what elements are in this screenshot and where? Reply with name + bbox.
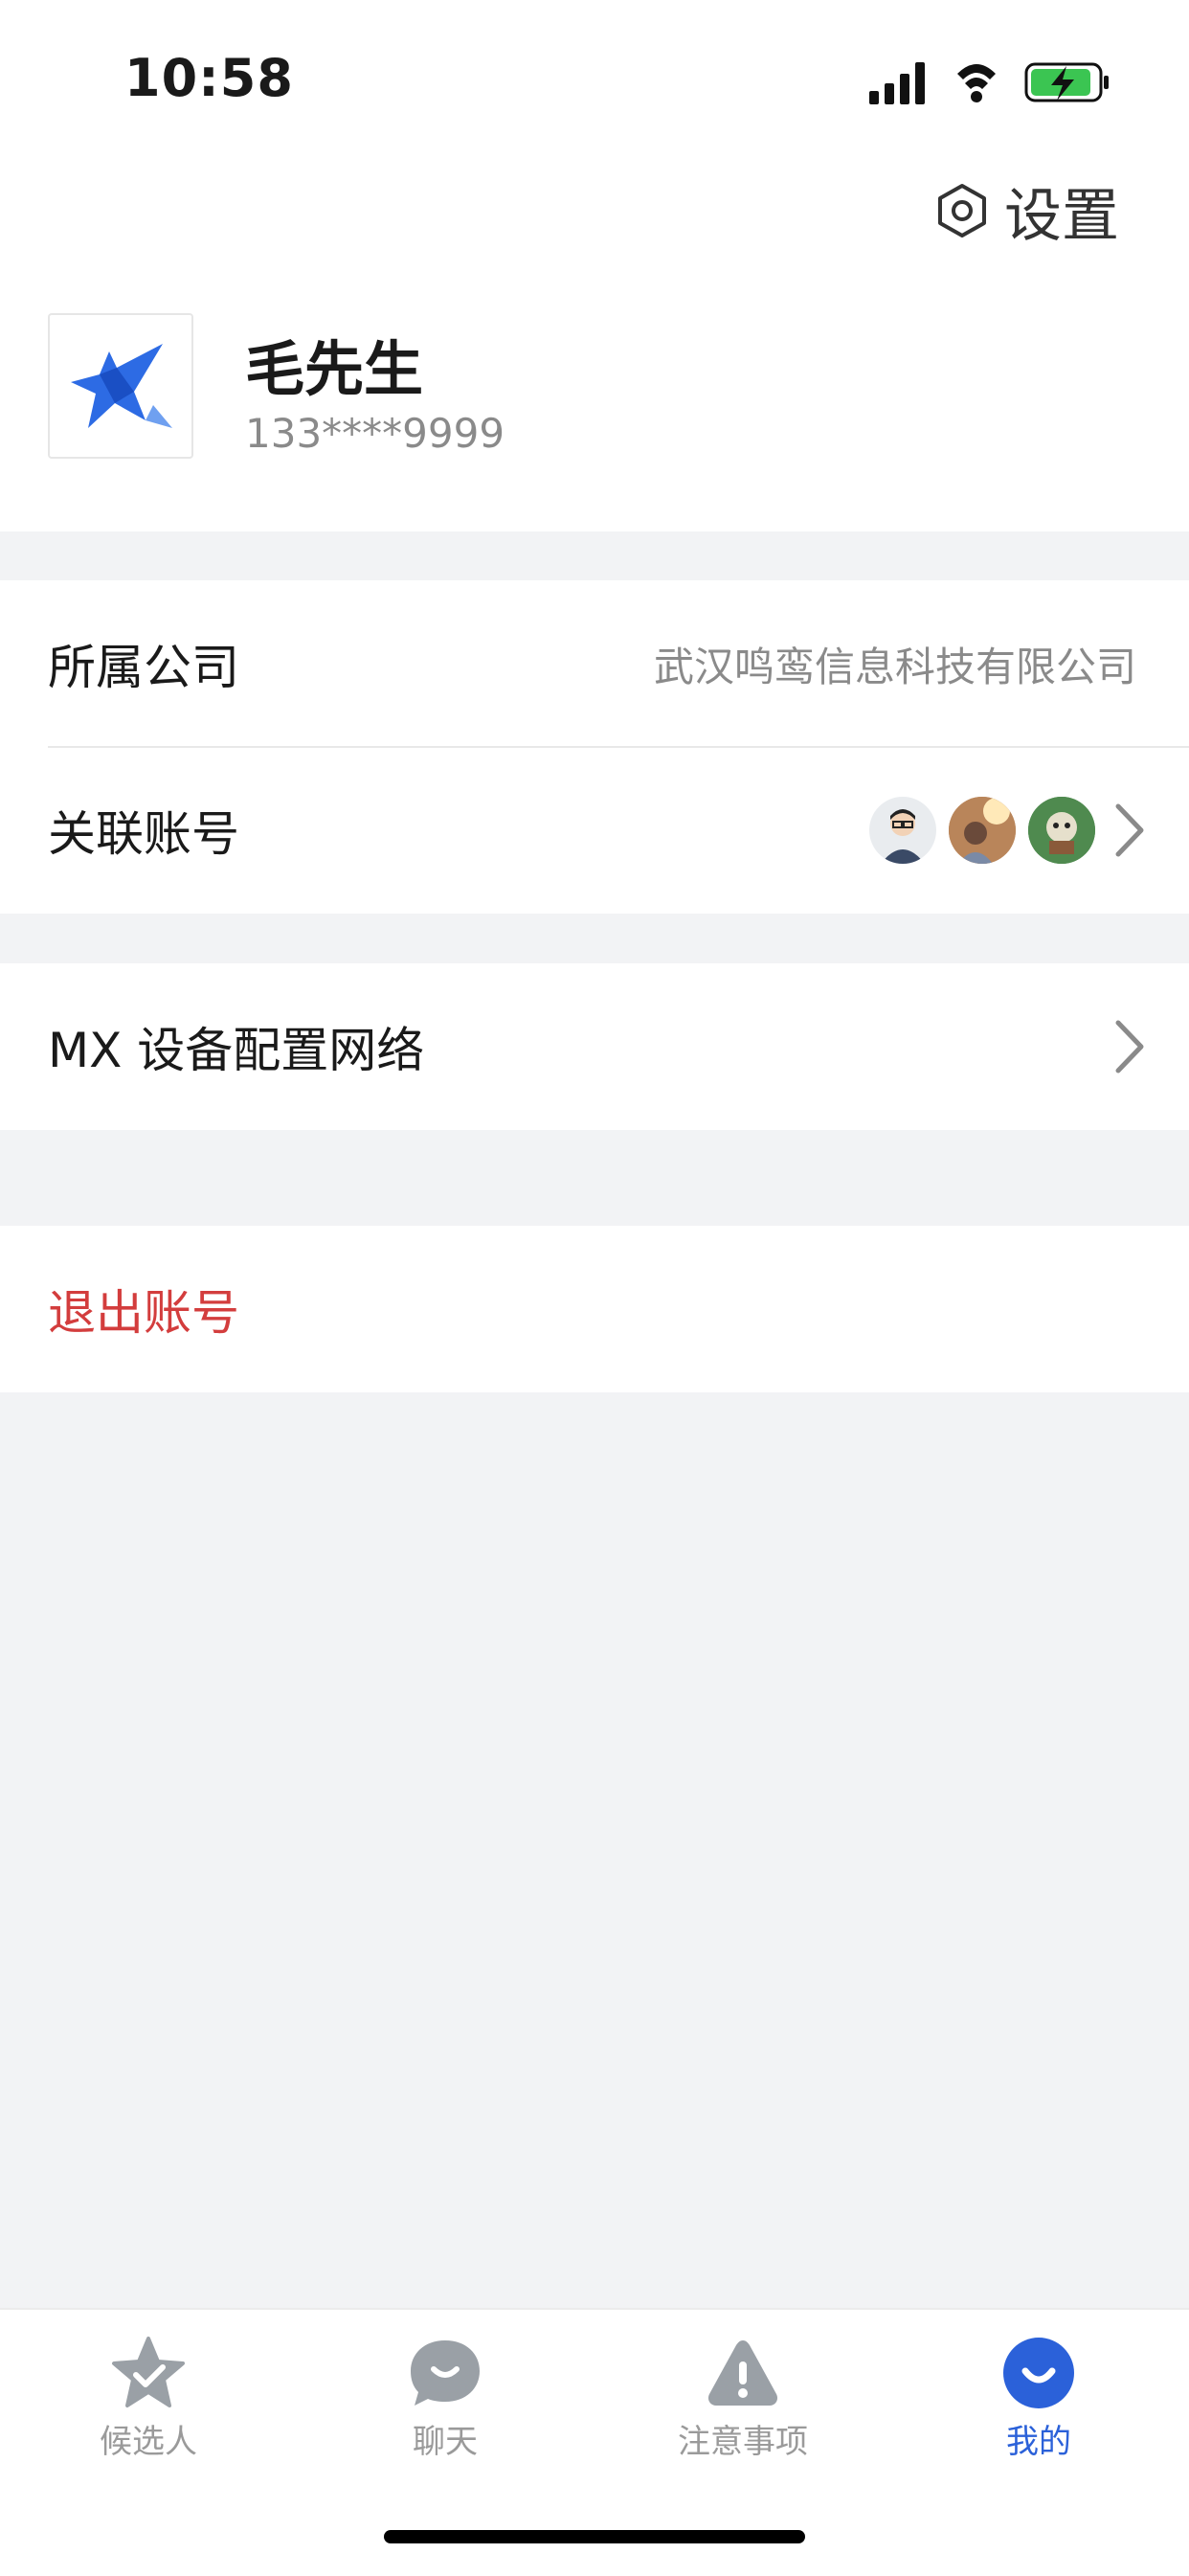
tab-chat[interactable]: 聊天 — [349, 2335, 541, 2462]
warning-icon — [707, 2340, 778, 2406]
battery-charging-icon — [1024, 62, 1109, 102]
profile-info-card: 所属公司 武汉鸣鸾信息科技有限公司 关联账号 — [0, 580, 1189, 914]
company-logo-avatar — [48, 313, 193, 459]
tab-label-chat: 聊天 — [413, 2423, 478, 2461]
logout-card: 退出账号 — [0, 1226, 1189, 1392]
tab-mine[interactable]: 我的 — [943, 2335, 1134, 2462]
status-time: 10:58 — [124, 48, 294, 108]
linked-avatar-2 — [949, 797, 1016, 864]
wifi-icon — [957, 64, 996, 102]
company-row: 所属公司 武汉鸣鸾信息科技有限公司 — [0, 580, 1189, 747]
user-name: 毛先生 — [245, 334, 424, 404]
mx-network-card: MX 设备配置网络 — [0, 963, 1189, 1130]
chevron-right-icon — [1115, 1020, 1144, 1073]
signal-icon — [869, 62, 925, 104]
gear-icon — [938, 184, 986, 237]
linked-avatar-1 — [869, 797, 936, 864]
status-icons — [869, 62, 1109, 104]
tab-label-mine: 我的 — [1006, 2423, 1071, 2461]
chevron-right-icon — [1115, 803, 1144, 857]
chat-bubble-icon — [411, 2340, 480, 2406]
linked-accounts-label: 关联账号 — [48, 806, 239, 862]
company-value: 武汉鸣鸾信息科技有限公司 — [653, 643, 1136, 690]
logout-button[interactable]: 退出账号 — [0, 1226, 1189, 1392]
tab-candidates[interactable]: 候选人 — [53, 2335, 244, 2462]
star-check-icon — [112, 2337, 185, 2407]
mx-network-row[interactable]: MX 设备配置网络 — [0, 963, 1189, 1130]
linked-avatar-3 — [1028, 797, 1095, 864]
tab-label-notices: 注意事项 — [678, 2423, 808, 2461]
settings-button[interactable]: 设置 — [933, 172, 1119, 250]
logo-icon — [71, 344, 172, 428]
user-phone: 133****9999 — [245, 410, 505, 457]
company-label: 所属公司 — [48, 640, 239, 695]
home-indicator — [384, 2530, 805, 2543]
mx-network-label: MX 设备配置网络 — [48, 1023, 425, 1078]
linked-accounts-row[interactable]: 关联账号 — [0, 747, 1189, 914]
tab-label-candidates: 候选人 — [100, 2423, 197, 2461]
logout-label: 退出账号 — [48, 1285, 239, 1341]
profile-smile-icon — [1003, 2338, 1074, 2408]
settings-label: 设置 — [1004, 182, 1119, 250]
tab-notices[interactable]: 注意事项 — [647, 2335, 839, 2462]
